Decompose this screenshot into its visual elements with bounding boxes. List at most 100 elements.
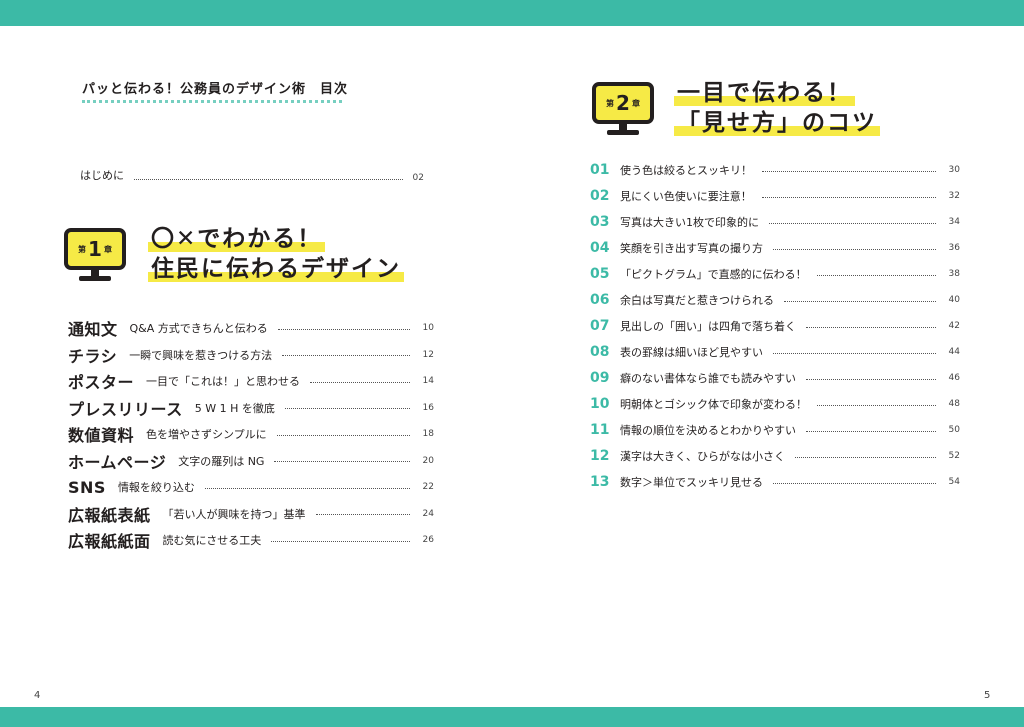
chapter2-toc-entry[interactable]: 04 笑顔を引き出す写真の撮り方 36 <box>590 235 960 261</box>
chapter-kanji-dai: 第 <box>606 98 615 108</box>
chapter1-toc-entry[interactable]: SNS 情報を絞り込む 22 <box>68 474 434 501</box>
entry-index: 06 <box>590 292 610 308</box>
entry-description: 一目で「これは！」と思わせる <box>146 375 301 389</box>
title-dotted-rule <box>82 100 342 103</box>
entry-topic: 数値資料 <box>68 426 135 446</box>
entry-title: 使う色は絞るとスッキリ！ <box>620 164 752 177</box>
entry-page-number: 14 <box>422 376 434 387</box>
chapter1-toc-entry[interactable]: ホームページ 文字の羅列は NG 20 <box>68 448 434 475</box>
entry-page-number: 26 <box>422 535 434 546</box>
entry-page-number: 18 <box>422 429 434 440</box>
entry-page-number: 38 <box>948 269 960 279</box>
chapter2-toc-entry[interactable]: 09 癖のない書体なら誰でも読みやすい 46 <box>590 365 960 391</box>
entry-title: 漢字は大きく、ひらがなは小さく <box>620 450 785 463</box>
chapter1-toc-entry[interactable]: 広報紙表紙 「若い人が興味を持つ」基準 24 <box>68 501 434 528</box>
entry-index: 13 <box>590 474 610 490</box>
chapter1-toc-entry[interactable]: 数値資料 色を増やさずシンプルに 18 <box>68 421 434 448</box>
entry-description: 色を増やさずシンプルに <box>146 428 267 442</box>
dot-leader <box>204 487 410 489</box>
monitor-screen: 第 2 章 <box>592 82 654 124</box>
entry-title: 数字＞単位でスッキリ見せる <box>620 476 763 489</box>
dot-leader <box>277 328 410 330</box>
entry-topic: チラシ <box>68 346 118 366</box>
entry-page-number: 30 <box>948 165 960 175</box>
chapter-kanji-sho: 章 <box>103 244 112 254</box>
dot-leader <box>762 170 936 172</box>
dot-leader <box>134 179 403 180</box>
entry-index: 01 <box>590 162 610 178</box>
dot-leader <box>806 326 936 328</box>
chapter2-toc-entry[interactable]: 12 漢字は大きく、ひらがなは小さく 52 <box>590 443 960 469</box>
entry-description: Q&A 方式できちんと伝わる <box>129 322 268 336</box>
dot-leader <box>769 222 936 224</box>
entry-index: 02 <box>590 188 610 204</box>
dot-leader <box>773 482 936 484</box>
chapter1-toc-entry[interactable]: プレスリリース 5 W 1 H を徹底 16 <box>68 395 434 422</box>
dot-leader <box>784 300 936 302</box>
entry-title: 表の罫線は細いほど見やすい <box>620 346 763 359</box>
entry-title: 写真は大きい1枚で印象的に <box>620 216 759 229</box>
chapter2-toc-entry[interactable]: 13 数字＞単位でスッキリ見せる 54 <box>590 469 960 495</box>
chapter1-toc-entry[interactable]: 広報紙紙面 読む気にさせる工夫 26 <box>68 527 434 554</box>
entry-page-number: 50 <box>948 425 960 435</box>
monitor-base <box>607 130 639 135</box>
entry-topic: プレスリリース <box>68 399 183 419</box>
entry-page-number: 40 <box>948 295 960 305</box>
entry-page-number: 20 <box>422 455 434 466</box>
entry-page-number: 32 <box>948 191 960 201</box>
entry-title: 「ピクトグラム」で直感的に伝わる！ <box>620 268 807 281</box>
entry-index: 11 <box>590 422 610 438</box>
chapter2-toc-entry[interactable]: 06 余白は写真だと惹きつけられる 40 <box>590 287 960 313</box>
chapter-kanji-sho: 章 <box>631 98 640 108</box>
chapter2-toc-entry[interactable]: 11 情報の順位を決めるとわかりやすい 50 <box>590 417 960 443</box>
chapter1-toc-entry[interactable]: 通知文 Q&A 方式できちんと伝わる 10 <box>68 315 434 342</box>
entry-title: 見にくい色使いに要注意！ <box>620 190 752 203</box>
monitor-screen: 第 1 章 <box>64 228 126 270</box>
entry-description: 5 W 1 H を徹底 <box>194 401 275 415</box>
chapter1-toc-entry[interactable]: ポスター 一目で「これは！」と思わせる 14 <box>68 368 434 395</box>
entry-topic: 広報紙表紙 <box>68 505 151 525</box>
chapter1-number: 1 <box>88 237 102 261</box>
dot-leader <box>806 378 936 380</box>
dot-leader <box>817 404 936 406</box>
entry-page-number: 34 <box>948 217 960 227</box>
chapter1-monitor-icon: 第 1 章 <box>64 228 126 284</box>
dot-leader <box>806 430 936 432</box>
top-accent-bar <box>0 0 1024 26</box>
entry-description: 「若い人が興味を持つ」基準 <box>162 507 306 521</box>
entry-index: 07 <box>590 318 610 334</box>
chapter2-toc-entry[interactable]: 01 使う色は絞るとスッキリ！ 30 <box>590 157 960 183</box>
entry-index: 08 <box>590 344 610 360</box>
chapter2-toc-entry[interactable]: 07 見出しの「囲い」は四角で落ち着く 42 <box>590 313 960 339</box>
chapter2-toc-entry[interactable]: 08 表の罫線は細いほど見やすい 44 <box>590 339 960 365</box>
entry-description: 文字の羅列は NG <box>178 454 265 468</box>
intro-entry[interactable]: はじめに 02 <box>80 167 424 183</box>
dot-leader <box>773 352 936 354</box>
chapter2-toc-entry[interactable]: 05 「ピクトグラム」で直感的に伝わる！ 38 <box>590 261 960 287</box>
entry-page-number: 24 <box>422 508 434 519</box>
page-number-right: 5 <box>984 690 991 701</box>
entry-description: 情報を絞り込む <box>117 481 195 495</box>
chapter1-heading-line1: 〇✕でわかる！ <box>148 226 326 252</box>
entry-page-number: 12 <box>422 349 434 360</box>
dot-leader <box>282 355 410 357</box>
chapter-kanji-dai: 第 <box>78 244 87 254</box>
entry-index: 04 <box>590 240 610 256</box>
chapter2-toc-entry[interactable]: 02 見にくい色使いに要注意！ 32 <box>590 183 960 209</box>
toc-title: パッと伝わる！公務員のデザイン術 目次 <box>82 82 349 97</box>
chapter2-heading: 一目で伝わる！ 「見せ方」のコツ <box>674 78 880 139</box>
entry-description: 一瞬で興味を惹きつける方法 <box>129 348 273 362</box>
chapter1-toc-entry[interactable]: チラシ 一瞬で興味を惹きつける方法 12 <box>68 342 434 369</box>
entry-page-number: 44 <box>948 347 960 357</box>
chapter2-toc-entry[interactable]: 03 写真は大きい1枚で印象的に 34 <box>590 209 960 235</box>
bottom-accent-bar <box>0 707 1024 727</box>
entry-topic: SNS <box>68 477 106 497</box>
chapter2-toc-entry[interactable]: 10 明朝体とゴシック体で印象が変わる！ 48 <box>590 391 960 417</box>
entry-page-number: 22 <box>422 482 434 493</box>
entry-page-number: 54 <box>948 477 960 487</box>
dot-leader <box>816 274 936 276</box>
entry-index: 12 <box>590 448 610 464</box>
dot-leader <box>761 196 936 198</box>
intro-label: はじめに <box>80 169 124 182</box>
chapter2-heading-line1: 一目で伝わる！ <box>674 80 855 106</box>
